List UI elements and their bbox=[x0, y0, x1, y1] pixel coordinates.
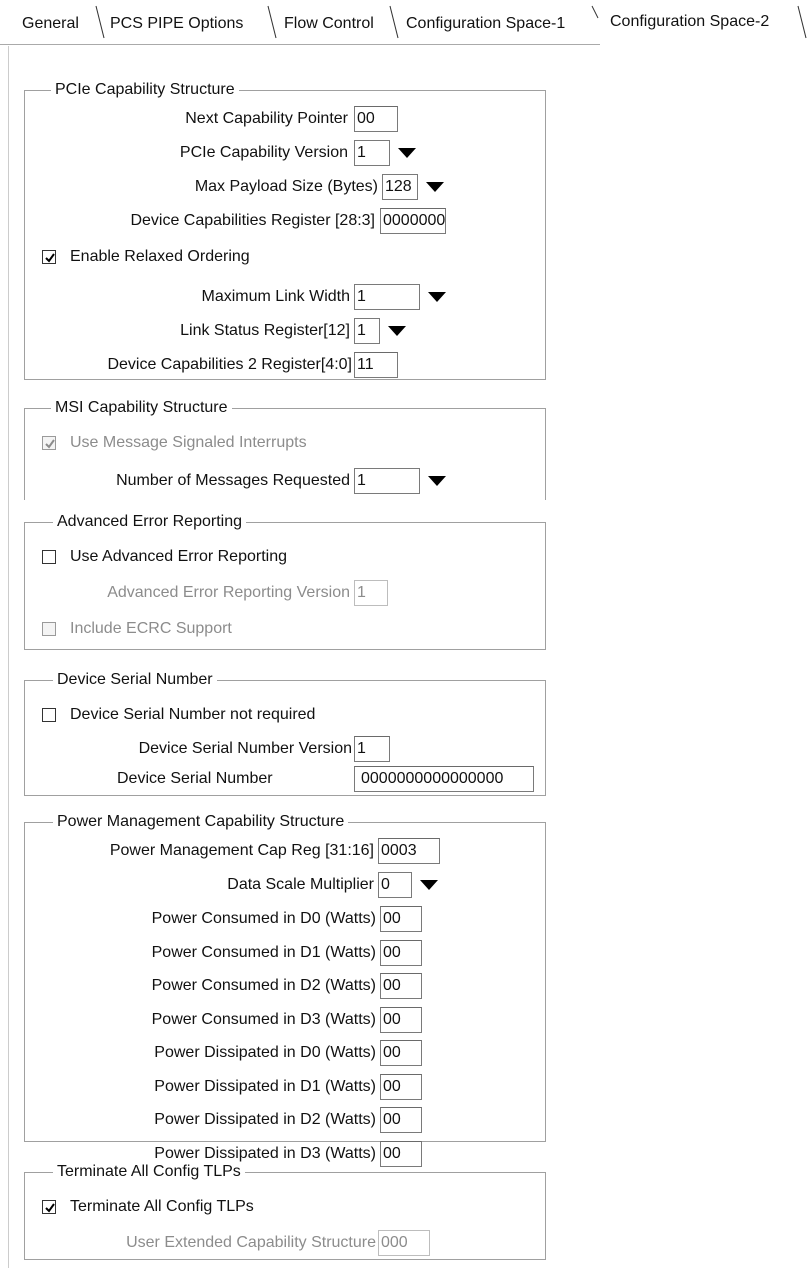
num-messages-label: Number of Messages Requested bbox=[116, 472, 350, 489]
pm-row-input[interactable]: 00 bbox=[380, 973, 422, 999]
max-payload-label: Max Payload Size (Bytes) bbox=[194, 178, 378, 195]
pm-capreg-input[interactable]: 0003 bbox=[378, 838, 440, 864]
pm-capreg-label: Power Management Cap Reg [31:16] bbox=[109, 842, 374, 859]
check-icon bbox=[45, 439, 55, 449]
group-title: Advanced Error Reporting bbox=[53, 512, 246, 532]
tab-bar: General PCS PIPE Options Flow Control Co… bbox=[0, 0, 810, 46]
ecrc-checkbox[interactable] bbox=[42, 622, 56, 636]
tab-underline bbox=[0, 44, 600, 45]
pm-row-input[interactable]: 00 bbox=[380, 1074, 422, 1100]
user-ext-cap-input[interactable]: 000 bbox=[378, 1230, 430, 1256]
tab-flow-control[interactable]: Flow Control bbox=[284, 14, 374, 34]
group-title: MSI Capability Structure bbox=[51, 398, 232, 418]
dsn-not-required-label: Device Serial Number not required bbox=[70, 706, 316, 723]
link-width-select[interactable]: 1 bbox=[354, 284, 454, 310]
data-scale-label: Data Scale Multiplier bbox=[227, 876, 374, 893]
use-msi-label: Use Message Signaled Interrupts bbox=[70, 434, 307, 451]
panel-left-edge bbox=[8, 46, 9, 1268]
group-title: Terminate All Config TLPs bbox=[53, 1162, 245, 1182]
pm-row-input[interactable]: 00 bbox=[380, 940, 422, 966]
link-status-select[interactable]: 1 bbox=[354, 318, 414, 344]
dsn-not-required-checkbox[interactable] bbox=[42, 708, 56, 722]
dsn-number-label: Device Serial Number bbox=[117, 770, 273, 787]
devcap2-label: Device Capabilities 2 Register[4:0] bbox=[107, 356, 352, 373]
aer-version-label: Advanced Error Reporting Version bbox=[107, 584, 350, 601]
chevron-down-icon[interactable] bbox=[420, 174, 450, 200]
check-icon bbox=[45, 1203, 55, 1213]
dsn-number-input[interactable]: 0000000000000000 bbox=[354, 766, 534, 792]
pcie-version-label: PCIe Capability Version bbox=[179, 144, 348, 161]
devcap-label: Device Capabilities Register [28:3] bbox=[130, 212, 375, 229]
dsn-version-input[interactable]: 1 bbox=[354, 736, 390, 762]
devcap2-input[interactable]: 11 bbox=[354, 352, 398, 378]
tab-configuration-space-2[interactable]: Configuration Space-2 bbox=[610, 12, 769, 32]
user-ext-cap-label: User Extended Capability Structure bbox=[126, 1234, 376, 1251]
chevron-down-icon[interactable] bbox=[422, 468, 452, 494]
use-aer-checkbox[interactable] bbox=[42, 550, 56, 564]
next-cap-pointer-input[interactable]: 00 bbox=[354, 106, 398, 132]
pm-row-label: Power Dissipated in D0 (Watts) bbox=[154, 1044, 376, 1061]
pm-row-label: Power Consumed in D1 (Watts) bbox=[151, 944, 376, 961]
tab-general[interactable]: General bbox=[22, 14, 79, 34]
pcie-version-select[interactable]: 1 bbox=[354, 140, 424, 166]
max-payload-value: 128 bbox=[382, 174, 418, 200]
pm-row-label: Power Dissipated in D2 (Watts) bbox=[154, 1111, 376, 1128]
pm-row-input[interactable]: 00 bbox=[380, 1007, 422, 1033]
terminate-tlps-label: Terminate All Config TLPs bbox=[70, 1198, 254, 1215]
pm-row-label: Power Dissipated in D1 (Watts) bbox=[154, 1078, 376, 1095]
pm-row-input[interactable]: 00 bbox=[380, 1040, 422, 1066]
relaxed-ordering-label: Enable Relaxed Ordering bbox=[70, 248, 250, 265]
data-scale-value: 0 bbox=[378, 872, 412, 898]
use-msi-checkbox[interactable] bbox=[42, 436, 56, 450]
group-title: PCIe Capability Structure bbox=[51, 80, 239, 100]
pcie-version-value: 1 bbox=[354, 140, 390, 166]
data-scale-select[interactable]: 0 bbox=[378, 872, 448, 898]
check-icon bbox=[45, 253, 55, 263]
num-messages-select[interactable]: 1 bbox=[354, 468, 454, 494]
link-width-value: 1 bbox=[354, 284, 420, 310]
tab-pcs-pipe-options[interactable]: PCS PIPE Options bbox=[110, 14, 243, 34]
chevron-down-icon[interactable] bbox=[414, 872, 444, 898]
pm-row-input[interactable]: 00 bbox=[380, 1141, 422, 1167]
chevron-down-icon[interactable] bbox=[382, 318, 412, 344]
ecrc-label: Include ECRC Support bbox=[70, 620, 232, 637]
use-aer-label: Use Advanced Error Reporting bbox=[70, 548, 287, 565]
link-status-label: Link Status Register[12] bbox=[180, 322, 350, 339]
next-cap-label: Next Capability Pointer bbox=[185, 110, 348, 127]
tab-configuration-space-1[interactable]: Configuration Space-1 bbox=[406, 14, 565, 34]
dsn-version-label: Device Serial Number Version bbox=[138, 740, 352, 757]
group-title: Power Management Capability Structure bbox=[53, 812, 349, 832]
num-messages-value: 1 bbox=[354, 468, 420, 494]
devcap-input[interactable]: 0000000 bbox=[380, 208, 446, 234]
terminate-tlps-checkbox[interactable] bbox=[42, 1200, 56, 1214]
relaxed-ordering-checkbox[interactable] bbox=[42, 250, 56, 264]
pm-row-input[interactable]: 00 bbox=[380, 906, 422, 932]
chevron-down-icon[interactable] bbox=[392, 140, 422, 166]
chevron-down-icon[interactable] bbox=[422, 284, 452, 310]
max-payload-select[interactable]: 128 bbox=[382, 174, 452, 200]
pm-row-label: Power Consumed in D2 (Watts) bbox=[151, 977, 376, 994]
aer-version-input[interactable]: 1 bbox=[354, 580, 388, 606]
pm-row-label: Power Consumed in D3 (Watts) bbox=[151, 1011, 376, 1028]
link-status-value: 1 bbox=[354, 318, 380, 344]
group-title: Device Serial Number bbox=[53, 670, 217, 690]
pm-row-input[interactable]: 00 bbox=[380, 1107, 422, 1133]
pm-row-label: Power Consumed in D0 (Watts) bbox=[151, 910, 376, 927]
link-width-label: Maximum Link Width bbox=[201, 288, 350, 305]
